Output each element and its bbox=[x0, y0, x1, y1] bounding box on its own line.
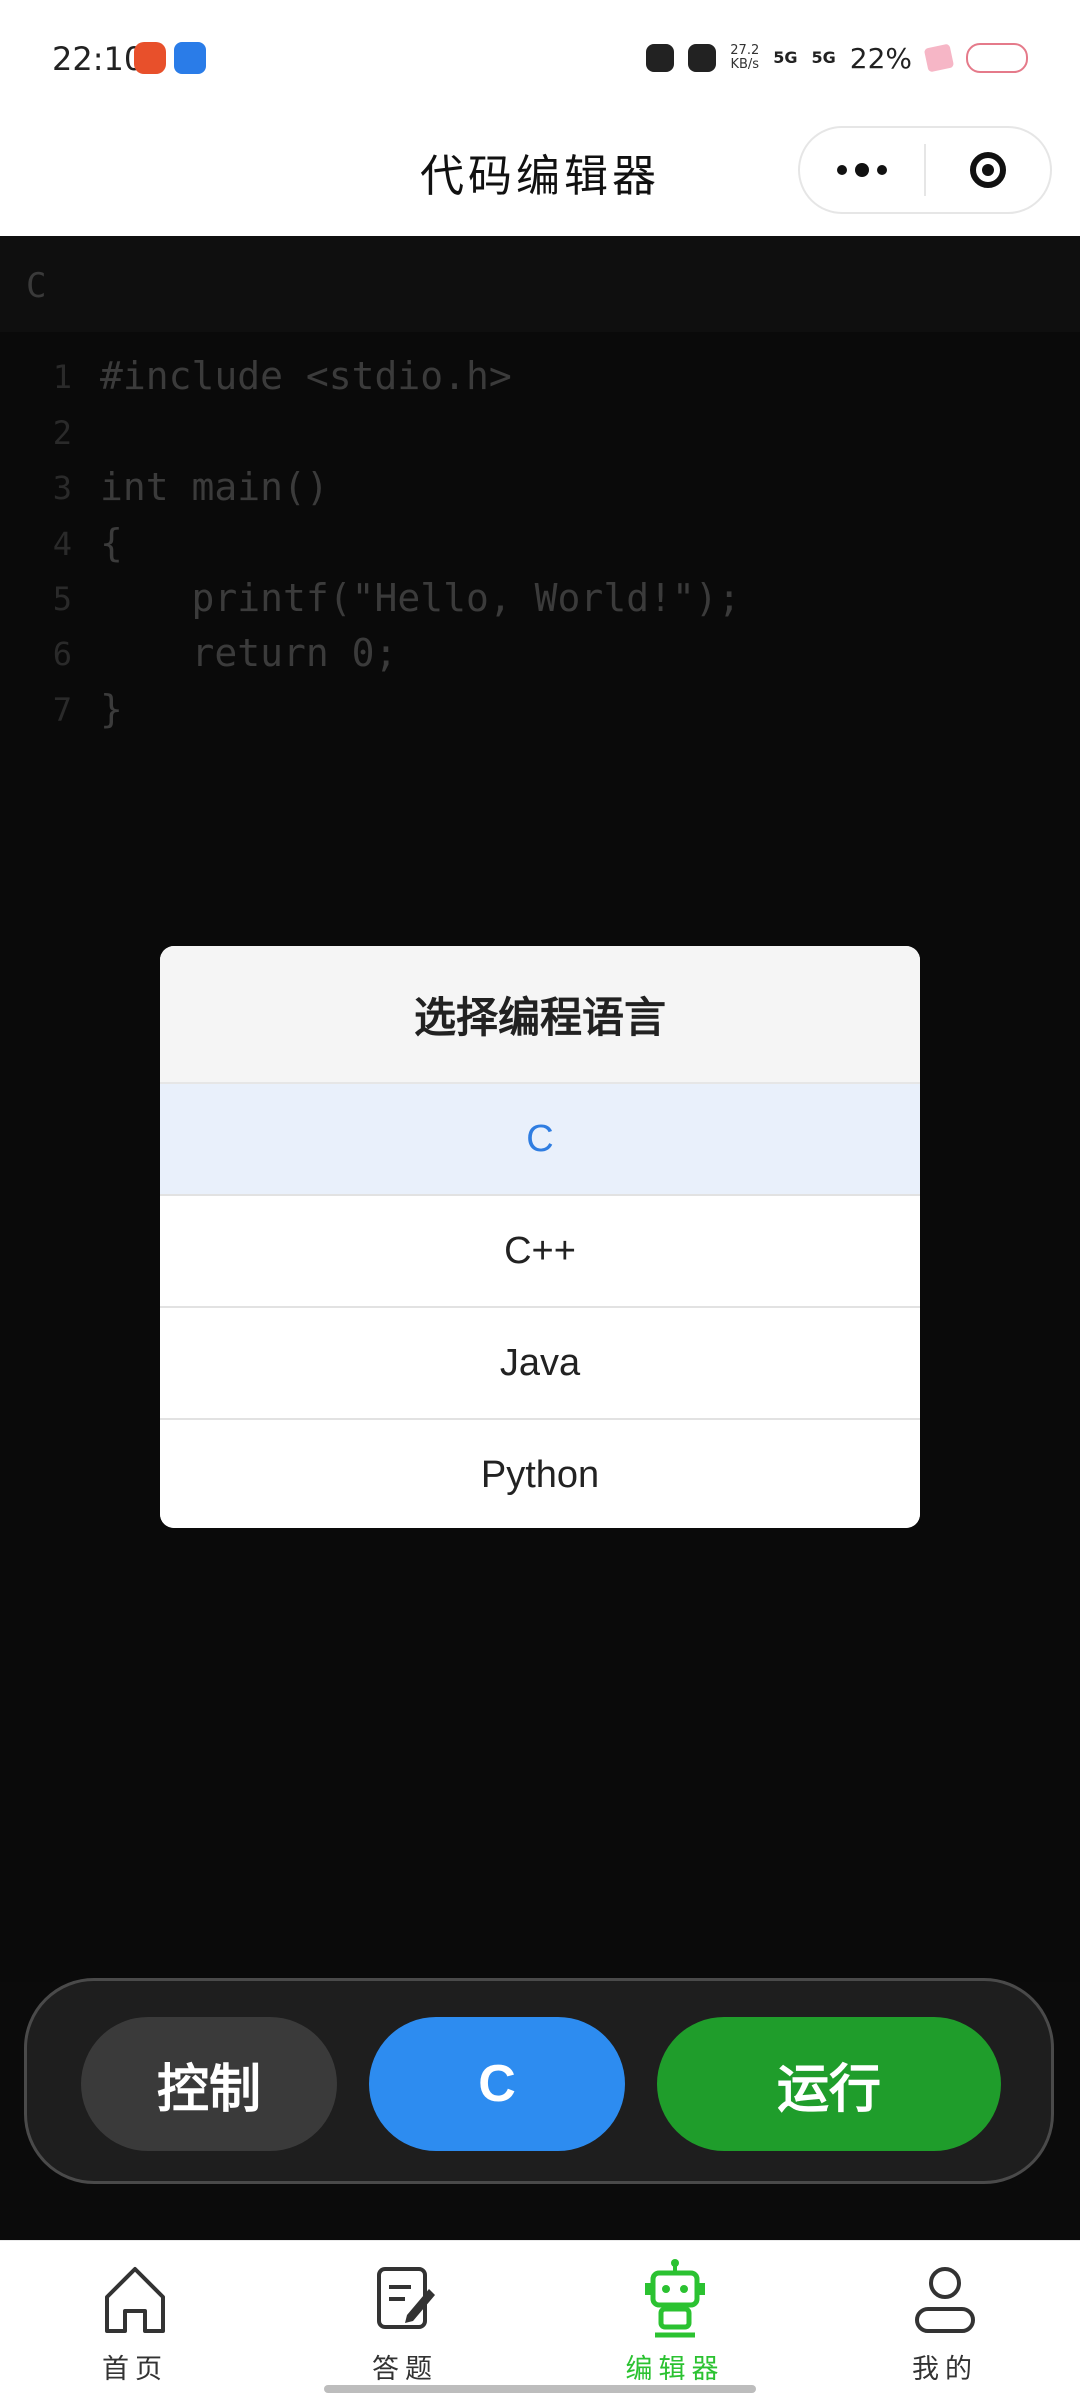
tab-quiz[interactable]: 答题 bbox=[305, 2259, 505, 2389]
code-line: 3 int main() bbox=[0, 465, 1080, 521]
home-gesture-bar[interactable] bbox=[324, 2385, 756, 2393]
more-dots-icon bbox=[837, 163, 887, 177]
app-notification-icon bbox=[134, 42, 166, 74]
language-option-python[interactable]: Python bbox=[160, 1420, 920, 1528]
language-picker-modal: 选择编程语言 C C++ Java Python bbox=[160, 946, 920, 1528]
control-button[interactable]: 控制 bbox=[81, 2017, 337, 2151]
line-number: 6 bbox=[52, 635, 72, 673]
app-icon-2 bbox=[688, 44, 717, 72]
hotspot-icon bbox=[174, 42, 206, 74]
code-line: 6 return 0; bbox=[0, 631, 1080, 687]
line-number: 5 bbox=[52, 580, 72, 618]
battery-decor-icon bbox=[923, 43, 955, 73]
home-icon bbox=[95, 2259, 175, 2339]
person-icon bbox=[905, 2259, 985, 2339]
tab-label: 我的 bbox=[912, 2354, 978, 2385]
bottom-tab-bar: 首页 答题 编辑器 我的 bbox=[0, 2240, 1080, 2400]
pencil-note-icon bbox=[365, 2259, 445, 2339]
close-mini-program-button[interactable] bbox=[926, 128, 1050, 212]
line-text: return 0; bbox=[100, 631, 398, 675]
line-number: 2 bbox=[52, 414, 72, 452]
code-line: 2 bbox=[0, 410, 1080, 466]
tab-editor[interactable]: 编辑器 bbox=[575, 2259, 775, 2389]
run-button[interactable]: 运行 bbox=[657, 2017, 1001, 2151]
status-indicators: 27.2 KB/s 5G 5G 22% bbox=[646, 40, 1028, 76]
language-button[interactable]: C bbox=[369, 2017, 625, 2151]
line-text: printf("Hello, World!"); bbox=[100, 576, 741, 620]
status-time: 22:10 bbox=[52, 40, 145, 78]
signal-5g-1: 5G bbox=[773, 48, 798, 67]
line-text: int main() bbox=[100, 465, 329, 509]
language-option-java[interactable]: Java bbox=[160, 1308, 920, 1420]
network-speed: 27.2 KB/s bbox=[730, 43, 760, 72]
tab-me[interactable]: 我的 bbox=[845, 2259, 1045, 2389]
more-button[interactable] bbox=[800, 128, 924, 212]
line-number: 1 bbox=[52, 358, 72, 396]
action-bar: 控制 C 运行 bbox=[24, 1978, 1054, 2184]
modal-title: 选择编程语言 bbox=[160, 946, 920, 1084]
robot-icon bbox=[635, 2259, 715, 2339]
tab-home[interactable]: 首页 bbox=[35, 2259, 235, 2389]
line-number: 7 bbox=[52, 691, 72, 729]
code-line: 1 #include <stdio.h> bbox=[0, 354, 1080, 410]
language-option-c[interactable]: C bbox=[160, 1084, 920, 1196]
line-text: } bbox=[100, 687, 123, 731]
target-circle-icon bbox=[970, 152, 1006, 188]
line-text: #include <stdio.h> bbox=[100, 354, 512, 398]
mini-program-capsule bbox=[798, 126, 1052, 214]
code-line: 7 } bbox=[0, 687, 1080, 743]
line-text: { bbox=[100, 521, 123, 565]
title-bar: 代码编辑器 bbox=[0, 118, 1080, 236]
editor-header: C bbox=[0, 236, 1080, 332]
language-option-cpp[interactable]: C++ bbox=[160, 1196, 920, 1308]
status-bar: 22:10 27.2 KB/s 5G 5G 22% bbox=[0, 0, 1080, 118]
battery-percent: 22% bbox=[849, 41, 912, 75]
code-line: 4 { bbox=[0, 521, 1080, 577]
line-number: 4 bbox=[52, 525, 72, 563]
line-number: 3 bbox=[52, 469, 72, 507]
tab-label: 首页 bbox=[102, 2354, 168, 2385]
battery-icon bbox=[966, 43, 1028, 73]
signal-5g-2: 5G bbox=[811, 48, 836, 67]
app-icon-1 bbox=[646, 44, 675, 72]
editor-language-label: C bbox=[26, 266, 47, 306]
tab-label: 答题 bbox=[372, 2354, 438, 2385]
code-line: 5 printf("Hello, World!"); bbox=[0, 576, 1080, 632]
tab-label: 编辑器 bbox=[625, 2354, 725, 2385]
